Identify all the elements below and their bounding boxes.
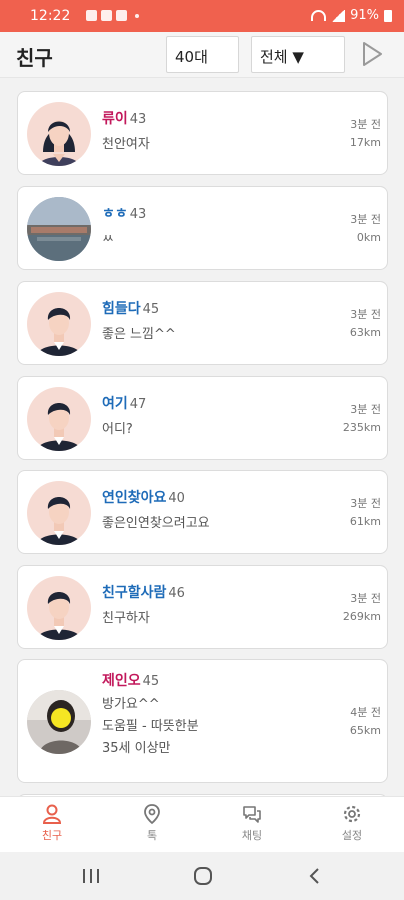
friend-name: 연인찾아요 xyxy=(102,490,167,506)
friend-name: ㅎㅎ xyxy=(102,206,128,222)
battery-percent: 91% xyxy=(350,8,379,23)
friend-age: 45 xyxy=(142,674,160,689)
distance: 61km xyxy=(349,515,381,528)
friend-message: 천안여자 xyxy=(102,137,150,152)
last-seen: 3분 전 xyxy=(350,592,381,605)
friend-list: 류이 43 천안여자 3분 전 17km ㅎㅎ 43 ㅆ 3분 전 0km 힘들… xyxy=(0,78,404,796)
system-icons: 91% xyxy=(311,8,392,23)
last-seen: 3분 전 xyxy=(350,118,381,131)
distance: 0km xyxy=(356,231,381,244)
distance: 269km xyxy=(342,610,381,623)
friend-age: 45 xyxy=(142,302,160,317)
distance: 235km xyxy=(342,421,381,434)
avatar-photo xyxy=(27,197,91,261)
app-notification-icon xyxy=(116,10,127,21)
nav-chat[interactable]: 채팅 xyxy=(222,803,282,843)
friend-message: 좋은 느낌^^ xyxy=(102,327,176,342)
friend-age: 46 xyxy=(168,586,185,601)
nav-talk[interactable]: 톡 xyxy=(122,803,182,843)
send-icon[interactable] xyxy=(360,40,384,68)
notification-icons xyxy=(86,10,139,21)
age-filter-select[interactable]: 40대 xyxy=(166,36,239,73)
person-icon xyxy=(42,804,62,824)
nav-settings-label: 설정 xyxy=(341,829,363,842)
home-icon[interactable] xyxy=(188,864,218,888)
avatar-male xyxy=(27,481,91,545)
distance: 65km xyxy=(349,724,381,737)
battery-icon xyxy=(384,9,392,22)
friend-name: 친구할사람 xyxy=(102,585,167,601)
bottom-navigation: 친구 톡 채팅 설정 xyxy=(0,796,404,852)
friend-name: 류이 xyxy=(102,111,128,127)
back-icon[interactable] xyxy=(300,864,330,888)
friend-message: 친구하자 xyxy=(102,611,150,626)
friend-card[interactable]: 류이 43 천안여자 3분 전 17km xyxy=(17,91,388,175)
gender-filter-select[interactable]: 전체 ▼ xyxy=(251,36,345,73)
wifi-icon xyxy=(311,10,327,21)
friend-card[interactable]: 연인찾아요 40 좋은인연찾으려고요 3분 전 61km xyxy=(17,470,388,554)
page-title: 친구 xyxy=(16,46,53,70)
friend-card[interactable]: ㅎㅎ 43 ㅆ 3분 전 0km xyxy=(17,186,388,270)
avatar-photo xyxy=(27,690,91,754)
last-seen: 3분 전 xyxy=(350,403,381,416)
nav-settings[interactable]: 설정 xyxy=(322,803,382,843)
last-seen: 3분 전 xyxy=(350,308,381,321)
friend-message-line3: 35세 이상만 xyxy=(102,741,171,756)
avatar-male xyxy=(27,387,91,451)
distance: 63km xyxy=(349,326,381,339)
chat-notification-icon xyxy=(86,10,97,21)
nav-friends[interactable]: 친구 xyxy=(22,803,82,843)
friend-card[interactable]: 제인오 45 방가요^^ 도움필 - 따뜻한분 35세 이상만 4분 전 65km xyxy=(17,659,388,783)
distance: 17km xyxy=(349,136,381,149)
friend-name: 힘들다 xyxy=(102,301,141,317)
location-pin-icon xyxy=(144,804,160,825)
nav-talk-label: 톡 xyxy=(146,829,158,842)
avatar-male xyxy=(27,576,91,640)
friend-age: 43 xyxy=(129,207,147,222)
system-navigation-bar xyxy=(0,852,404,900)
friend-age: 43 xyxy=(129,112,147,127)
last-seen: 4분 전 xyxy=(350,706,381,719)
dot-icon xyxy=(135,14,139,18)
message-notification-icon xyxy=(101,10,112,21)
friend-message: 방가요^^ xyxy=(102,697,160,712)
app-header: 친구 40대 전체 ▼ xyxy=(0,32,404,78)
status-bar: 12:22 91% xyxy=(0,0,404,32)
friend-card[interactable]: 친구할사람 46 친구하자 3분 전 269km xyxy=(17,565,388,649)
friend-message: 어디? xyxy=(102,422,133,437)
friend-card[interactable]: 여기 47 어디? 3분 전 235km xyxy=(17,376,388,460)
avatar-male xyxy=(27,292,91,356)
last-seen: 3분 전 xyxy=(350,497,381,510)
status-time: 12:22 xyxy=(30,8,71,24)
signal-icon xyxy=(331,9,346,22)
friend-name: 제인오 xyxy=(102,673,141,689)
recent-apps-icon[interactable] xyxy=(76,864,106,888)
gear-icon xyxy=(343,805,361,823)
friend-card[interactable]: 힘들다 45 좋은 느낌^^ 3분 전 63km xyxy=(17,281,388,365)
nav-chat-label: 채팅 xyxy=(241,829,263,842)
friend-age: 47 xyxy=(129,397,147,412)
friend-name: 여기 xyxy=(102,396,128,412)
friend-message-line2: 도움필 - 따뜻한분 xyxy=(102,719,199,734)
chat-bubbles-icon xyxy=(243,806,261,823)
friend-message: ㅆ xyxy=(102,232,114,247)
friend-message: 좋은인연찾으려고요 xyxy=(102,516,210,531)
nav-friends-label: 친구 xyxy=(41,829,63,842)
avatar-female xyxy=(27,102,91,166)
friend-age: 40 xyxy=(168,491,185,506)
last-seen: 3분 전 xyxy=(350,213,381,226)
